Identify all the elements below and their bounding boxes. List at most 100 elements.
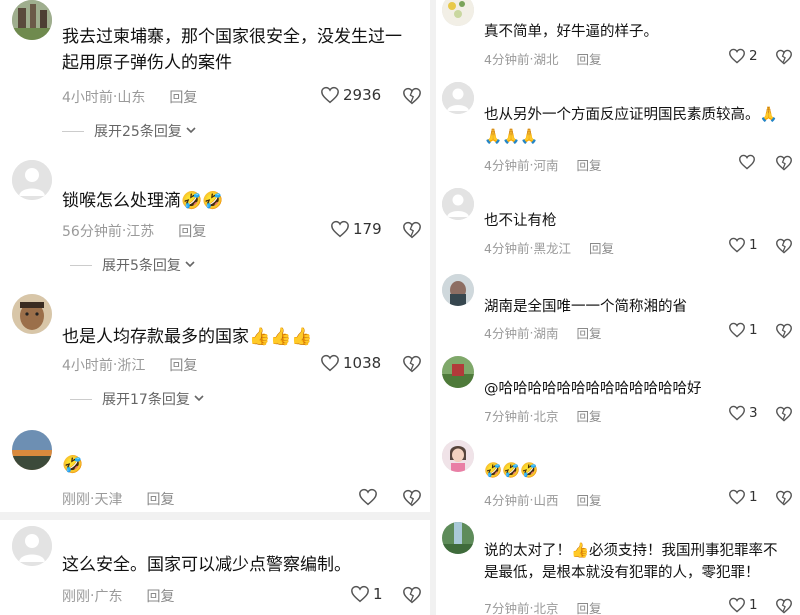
comment-location: 湖南 [533,326,559,341]
dislike-button[interactable] [775,490,793,510]
broken-heart-icon [775,238,793,258]
like-button[interactable]: 1 [728,489,758,505]
comment-item: 真不简单，好牛逼的样子。 4分钟前 · 湖北 回复 2 [436,0,800,72]
avatar[interactable] [442,0,474,26]
avatar[interactable] [442,440,474,472]
heart-outline-icon [358,488,378,506]
avatar[interactable] [442,522,474,554]
comment-item: 湖南是全国唯一一个简称湘的省 4分钟前 · 湖南 回复 1 [436,270,800,346]
like-button[interactable]: 179 [330,220,382,238]
like-button[interactable] [358,488,381,506]
expand-label: 展开17条回复 [102,392,190,408]
comment-item: 锁喉怎么处理滴🤣🤣 56分钟前 · 江苏 回复 179 展开5条回复 [0,158,430,283]
reply-button[interactable]: 回复 [576,49,601,68]
comment-meta: 4分钟前 · 湖南 回复 [484,323,601,342]
comment-location: 广东 [94,589,123,605]
avatar[interactable] [442,274,474,306]
like-button[interactable]: 1 [728,322,758,338]
like-button[interactable]: 2 [728,48,758,64]
avatar[interactable] [12,294,52,334]
comment-meta: 刚刚 · 广东 回复 [62,586,174,606]
comment-location: 河南 [533,158,559,173]
comment-location: 浙江 [117,358,146,374]
like-count: 179 [353,220,382,238]
comment-text: @哈哈哈哈哈哈哈哈哈哈哈哈哈好 [484,381,702,397]
right-comment-panel: 真不简单，好牛逼的样子。 4分钟前 · 湖北 回复 2 也从另外一个方面反应证明… [436,0,800,615]
reply-button[interactable]: 回复 [146,586,174,606]
expand-replies[interactable]: 展开5条回复 [70,255,196,275]
like-button[interactable]: 2936 [320,86,381,104]
reply-button[interactable]: 回复 [169,355,197,375]
like-count: 1 [749,597,758,613]
reply-button[interactable]: 回复 [576,406,601,425]
dislike-button[interactable] [402,489,422,511]
reply-button[interactable]: 回复 [576,323,601,342]
reply-button[interactable]: 回复 [589,238,614,257]
dislike-button[interactable] [402,586,422,608]
comment-item: 这么安全。国家可以减少点警察编制。 刚刚 · 广东 回复 1 [0,522,430,615]
like-button[interactable]: 1 [350,585,383,603]
expand-replies[interactable]: 展开25条回复 [62,121,197,141]
like-button[interactable]: 1 [728,597,758,613]
comment-text: 🤣 [62,455,84,475]
comment-meta: 4分钟前 · 河南 回复 [484,155,601,174]
comment-text: 我去过柬埔寨，那个国家很安全，没发生过一起用原子弹伤人的案件 [62,27,402,74]
like-count: 2936 [343,86,382,104]
avatar[interactable] [442,356,474,388]
reply-button[interactable]: 回复 [576,155,601,174]
comment-item: 也是人均存款最多的国家👍👍👍 4小时前 · 浙江 回复 1038 展开17条回复 [0,292,430,422]
like-button[interactable]: 1 [728,237,758,253]
dislike-button[interactable] [775,598,793,615]
like-count: 1038 [343,354,382,372]
reply-button[interactable]: 回复 [169,87,197,107]
dislike-button[interactable] [775,323,793,343]
comment-text: 这么安全。国家可以减少点警察编制。 [62,555,351,575]
dislike-button[interactable] [402,221,422,243]
comment-time: 4分钟前 [484,158,530,173]
dislike-button[interactable] [402,87,422,109]
comment-meta: 4小时前 · 山东 回复 [62,87,197,107]
comment-time: 7分钟前 [484,601,530,615]
avatar[interactable] [12,0,52,40]
comment-meta: 7分钟前 · 北京 回复 [484,406,601,425]
comment-time: 4分钟前 [484,326,530,341]
broken-heart-icon [402,355,422,377]
comment-meta: 4分钟前 · 湖北 回复 [484,49,601,68]
like-button[interactable]: 1038 [320,354,381,372]
comment-item: 我去过柬埔寨，那个国家很安全，没发生过一起用原子弹伤人的案件 4小时前 · 山东… [0,0,430,150]
expand-replies[interactable]: 展开17条回复 [70,389,205,409]
comment-time: 4分钟前 [484,241,530,256]
comment-text: 锁喉怎么处理滴🤣🤣 [62,191,224,211]
reply-button[interactable]: 回复 [178,221,206,241]
dislike-button[interactable] [402,355,422,377]
reply-button[interactable]: 回复 [576,490,601,509]
dislike-button[interactable] [775,49,793,69]
comment-location: 江苏 [126,224,155,240]
dislike-button[interactable] [775,155,793,175]
reply-button[interactable]: 回复 [576,598,601,615]
avatar[interactable] [442,82,474,114]
dislike-button[interactable] [775,406,793,426]
like-button[interactable]: 3 [728,405,758,421]
section-divider [0,512,430,520]
comment-location: 湖北 [533,52,559,67]
heart-outline-icon [320,86,340,104]
broken-heart-icon [775,49,793,69]
dislike-button[interactable] [775,238,793,258]
comment-text: 真不简单，好牛逼的样子。 [484,24,658,40]
chevron-down-icon [193,391,205,407]
avatar[interactable] [12,526,52,566]
heart-outline-icon [320,354,340,372]
comment-meta: 7分钟前 · 北京 回复 [484,598,601,615]
comment-meta: 56分钟前 · 江苏 回复 [62,221,206,241]
heart-outline-icon [738,154,756,170]
avatar[interactable] [12,430,52,470]
expand-label: 展开25条回复 [94,124,182,140]
comment-time: 4分钟前 [484,493,530,508]
comment-meta: 4分钟前 · 黑龙江 回复 [484,238,614,257]
avatar[interactable] [12,160,52,200]
broken-heart-icon [775,598,793,615]
reply-button[interactable]: 回复 [146,489,174,509]
like-button[interactable] [738,154,759,170]
avatar[interactable] [442,188,474,220]
